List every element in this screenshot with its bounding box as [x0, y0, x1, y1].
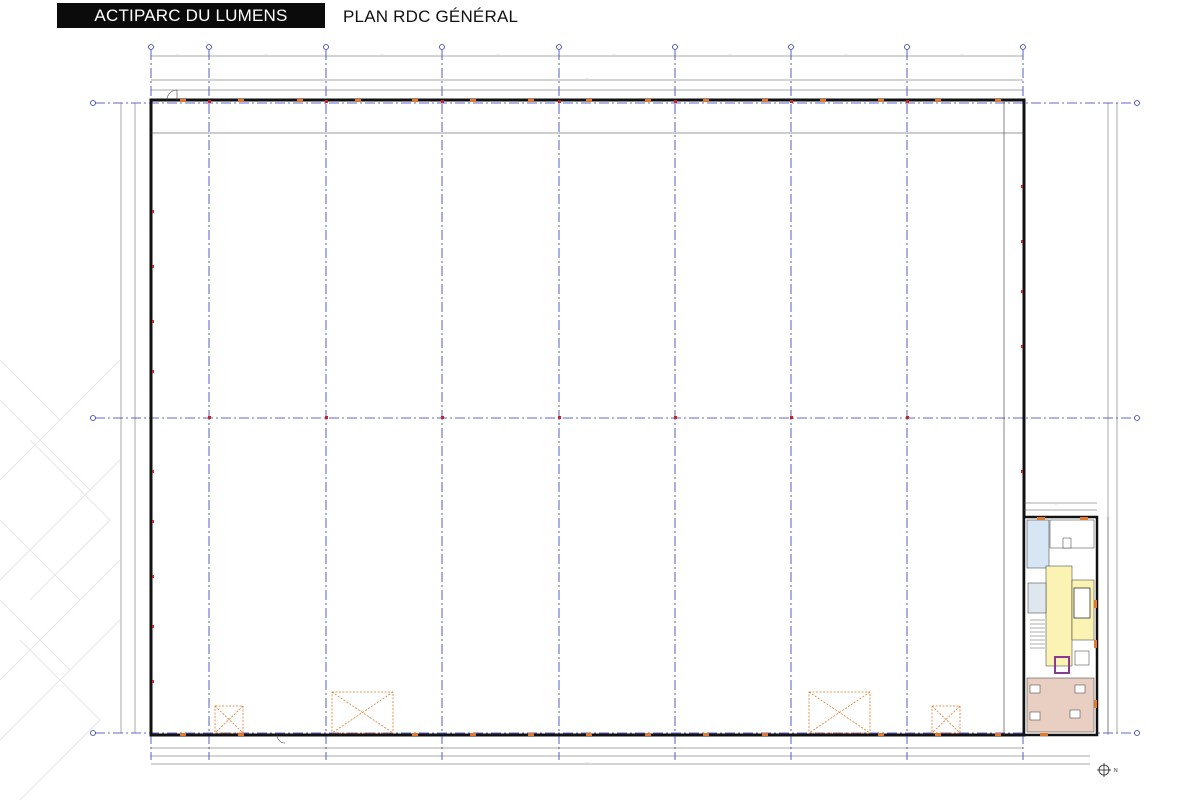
- axis-markers: [90, 44, 1140, 736]
- grid-axes-horizontal: [95, 102, 1135, 734]
- dimension-lines: [120, 55, 1118, 765]
- north-label: N: [1114, 768, 1118, 774]
- dimension-labels: ··· ···· ···· ···· ···· ···· ···· ········ ··…: [176, 52, 1058, 764]
- warehouse-outline: [149, 98, 1026, 737]
- column-marks: [152, 100, 1023, 683]
- svg-text:···: ···: [176, 52, 179, 56]
- loading-docks: [214, 691, 961, 734]
- svg-text:····: ····: [960, 52, 964, 56]
- wall-openings: [180, 99, 1001, 736]
- svg-text:···: ···: [1055, 502, 1058, 506]
- svg-text:····: ····: [585, 760, 589, 764]
- floor-plan: ··· ···· ···· ···· ···· ···· ···· ········ ··…: [90, 44, 1140, 777]
- office-annex: [1022, 515, 1099, 737]
- grid-axes-vertical: [150, 50, 1024, 760]
- svg-text:····: ····: [844, 52, 848, 56]
- svg-text:····: ····: [728, 52, 732, 56]
- svg-text:····: ····: [264, 52, 268, 56]
- svg-text:····: ····: [380, 52, 384, 56]
- svg-text:····: ····: [585, 76, 589, 80]
- north-arrow-icon: [1097, 763, 1111, 777]
- svg-text:····: ····: [612, 52, 616, 56]
- svg-text:····: ····: [496, 52, 500, 56]
